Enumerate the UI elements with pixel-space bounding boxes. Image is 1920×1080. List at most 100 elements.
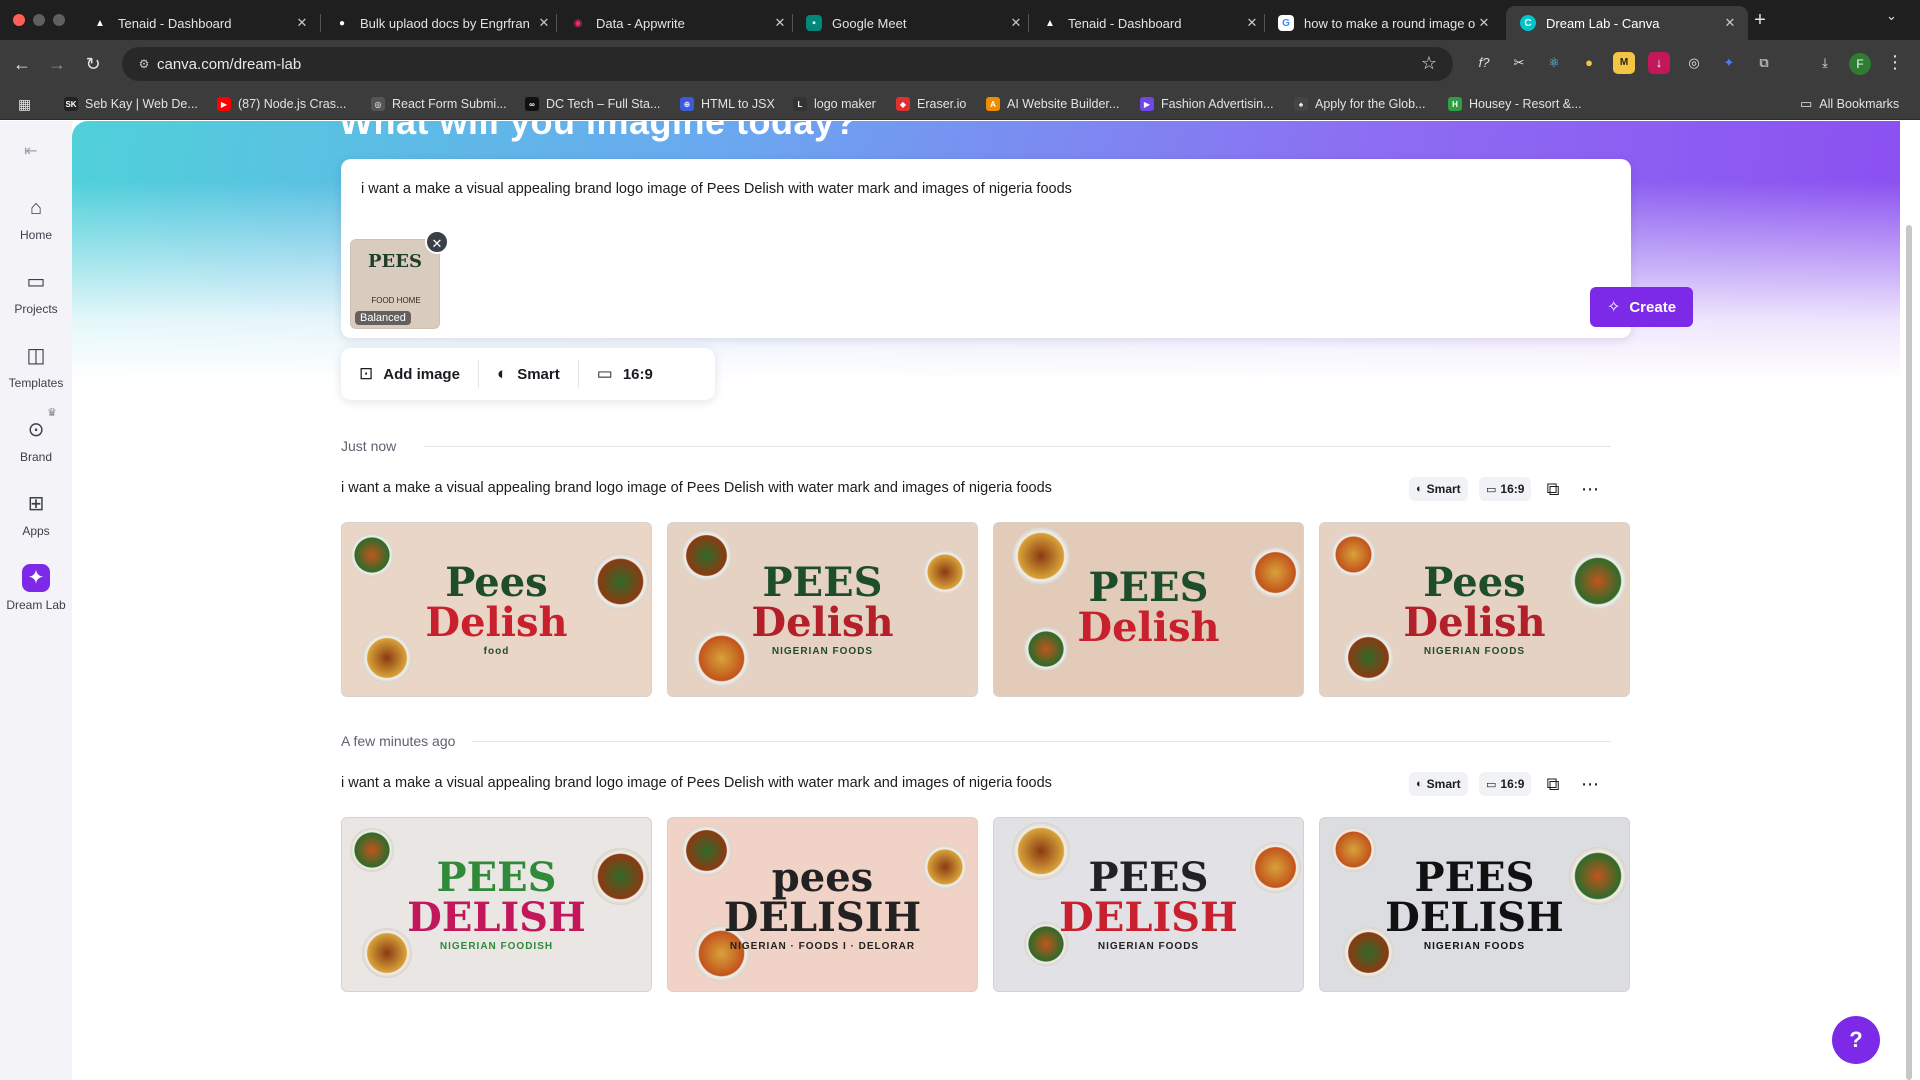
style-badge: Balanced	[355, 311, 411, 325]
copy-icon: ⧉	[1546, 479, 1560, 499]
bookmark-item[interactable]: Llogo maker	[793, 88, 876, 120]
aspect-ratio-selector[interactable]: ▭ 16:9	[579, 348, 671, 400]
logo-tagline: NIGERIAN FOODS	[1423, 940, 1526, 952]
copy-prompt-button[interactable]: ⧉	[1538, 769, 1568, 799]
address-bar[interactable]: ⚙ canva.com/dream-lab ☆	[122, 47, 1453, 81]
forward-button[interactable]: →	[45, 52, 69, 76]
close-icon[interactable]: ✕	[1008, 15, 1024, 31]
browser-tab[interactable]: ▲ Tenaid - Dashboard ✕	[78, 6, 320, 40]
generated-image-card[interactable]: PEES Delish	[993, 522, 1304, 697]
browser-tab[interactable]: ▪ Google Meet ✕	[792, 6, 1034, 40]
browser-tab-strip: ▲ Tenaid - Dashboard ✕ ● Bulk uplaod doc…	[0, 0, 1920, 40]
close-icon[interactable]: ✕	[1476, 15, 1492, 31]
site-info-icon[interactable]: ⚙	[136, 56, 152, 72]
all-bookmarks-button[interactable]: ▭ All Bookmarks	[1800, 88, 1899, 120]
bookmark-item[interactable]: ∞ DC Tech – Full Sta...	[525, 88, 660, 120]
page-scrollbar[interactable]	[1906, 225, 1912, 1080]
close-icon[interactable]: ✕	[1722, 15, 1738, 31]
reference-logo-text: PEES	[368, 251, 422, 272]
collapse-sidebar-icon[interactable]: ⇤	[24, 141, 37, 161]
add-image-button[interactable]: ⊡ Add image	[341, 348, 478, 400]
more-options-button[interactable]: ⋯	[1575, 474, 1605, 504]
browser-tab[interactable]: G how to make a round image o ✕	[1264, 6, 1502, 40]
bookmark-item[interactable]: ⊕ HTML to JSX	[680, 88, 775, 120]
tab-title: Google Meet	[832, 15, 907, 31]
bookmark-item[interactable]: ◎ React Form Submi...	[371, 88, 507, 120]
logo-line-1: Pees	[1423, 558, 1526, 606]
generated-image-card[interactable]: PEES DELISH NIGERIAN FOODS	[993, 817, 1304, 992]
browser-tab[interactable]: ● Bulk uplaod docs by Engrfran ✕	[320, 6, 562, 40]
bookmark-item[interactable]: A AI Website Builder...	[986, 88, 1119, 120]
image-add-icon: ⊡	[359, 364, 374, 383]
puzzle-blue-icon[interactable]: ✦	[1718, 52, 1740, 74]
logo-line-2: Delish	[1403, 598, 1546, 646]
bookmark-item[interactable]: ◆ Eraser.io	[896, 88, 966, 120]
style-selector[interactable]: ◐ Smart	[479, 348, 578, 400]
tab-search-chevron-icon[interactable]: ⌄	[1886, 8, 1897, 24]
bookmarks-bar: ▦ SK Seb Kay | Web De... ▶ (87) Node.js Cr…	[0, 88, 1920, 120]
create-button[interactable]: ✧ Create	[1590, 287, 1693, 327]
font-extension-icon[interactable]: f?	[1473, 52, 1495, 74]
canva-sidebar: ⇤ ⌂ Home ▭ Projects ◫ Templates ⊙ Brand …	[0, 121, 72, 1080]
window-maximize-button[interactable]	[53, 14, 65, 26]
more-options-button[interactable]: ⋯	[1575, 769, 1605, 799]
downloads-icon[interactable]: ⤓	[1814, 52, 1836, 74]
close-icon[interactable]: ✕	[536, 15, 552, 31]
sidebar-item-home[interactable]: ⌂ Home	[0, 194, 72, 242]
browser-tab-active[interactable]: C Dream Lab - Canva ✕	[1506, 6, 1748, 40]
remove-image-button[interactable]: ✕	[425, 230, 449, 254]
logo-line-2: Delish	[751, 598, 894, 646]
tab-title: Data - Appwrite	[596, 15, 685, 31]
generated-image-card[interactable]: PEES DELISH NIGERIAN FOODS	[1319, 817, 1630, 992]
browser-tab[interactable]: ▲ Tenaid - Dashboard ✕	[1028, 6, 1270, 40]
close-icon[interactable]: ✕	[1244, 15, 1260, 31]
bookmark-item[interactable]: ▶ (87) Node.js Cras...	[217, 88, 346, 120]
reference-image-thumbnail[interactable]: PEES FOOD HOME Balanced	[350, 239, 440, 329]
bookmark-item[interactable]: ▶ Fashion Advertisin...	[1140, 88, 1274, 120]
browser-tab[interactable]: ◉ Data - Appwrite ✕	[556, 6, 798, 40]
palette-icon: ◐	[496, 364, 508, 383]
window-close-button[interactable]	[13, 14, 25, 26]
prompt-input[interactable]: i want a make a visual appealing brand l…	[361, 181, 1072, 197]
apps-icon: ⊞	[27, 493, 45, 515]
generated-image-card[interactable]: PEES DELISH NIGERIAN FOODISH	[341, 817, 652, 992]
bulb-extension-icon[interactable]: ●	[1578, 52, 1600, 74]
help-button[interactable]: ?	[1832, 1016, 1880, 1064]
apps-grid-icon[interactable]: ▦	[18, 96, 34, 112]
sidebar-item-apps[interactable]: ⊞ Apps	[0, 490, 72, 538]
window-minimize-button[interactable]	[33, 14, 45, 26]
close-icon[interactable]: ✕	[772, 15, 788, 31]
bookmark-item[interactable]: SK Seb Kay | Web De...	[64, 88, 198, 120]
sidebar-item-templates[interactable]: ◫ Templates	[0, 342, 72, 390]
extensions-puzzle-icon[interactable]: ⧉	[1753, 52, 1775, 74]
tab-title: Dream Lab - Canva	[1546, 15, 1660, 31]
bookmark-star-icon[interactable]: ☆	[1421, 53, 1437, 74]
generated-image-card[interactable]: pees DELISIH NIGERIAN · FOODS I · DELORAR	[667, 817, 978, 992]
browser-menu-icon[interactable]: ⋮	[1886, 52, 1904, 73]
back-button[interactable]: ←	[10, 52, 34, 76]
generated-image-card[interactable]: Pees Delish NIGERIAN FOODS	[1319, 522, 1630, 697]
sparkle-icon: ✧	[1606, 299, 1621, 316]
bookmark-item[interactable]: ♠ Apply for the Glob...	[1294, 88, 1425, 120]
copy-prompt-button[interactable]: ⧉	[1538, 474, 1568, 504]
download-extension-icon[interactable]: ↓	[1648, 52, 1670, 74]
bookmark-icon: SK	[64, 97, 78, 111]
profile-avatar[interactable]: F	[1849, 53, 1871, 75]
reload-button[interactable]: ↻	[81, 52, 105, 76]
tab-title: Tenaid - Dashboard	[118, 15, 232, 31]
sidebar-item-brand[interactable]: ⊙ Brand	[0, 416, 72, 464]
sidebar-item-dream-lab[interactable]: ✦ Dream Lab	[0, 564, 72, 612]
target-extension-icon[interactable]: ◎	[1683, 52, 1705, 74]
generated-image-card[interactable]: Pees Delish food	[341, 522, 652, 697]
metamask-extension-icon[interactable]: M	[1613, 52, 1635, 74]
url-text[interactable]: canva.com/dream-lab	[157, 56, 301, 73]
react-devtools-icon[interactable]: ⚛	[1543, 52, 1565, 74]
sidebar-item-projects[interactable]: ▭ Projects	[0, 268, 72, 316]
aspect-chip: ▭ 16:9	[1479, 477, 1532, 501]
new-tab-button[interactable]: +	[1748, 8, 1772, 32]
scissors-extension-icon[interactable]: ✂	[1508, 52, 1530, 74]
close-icon[interactable]: ✕	[294, 15, 310, 31]
generated-image-card[interactable]: PEES Delish NIGERIAN FOODS	[667, 522, 978, 697]
bookmark-item[interactable]: H Housey - Resort &...	[1448, 88, 1582, 120]
group-divider	[472, 741, 1611, 742]
